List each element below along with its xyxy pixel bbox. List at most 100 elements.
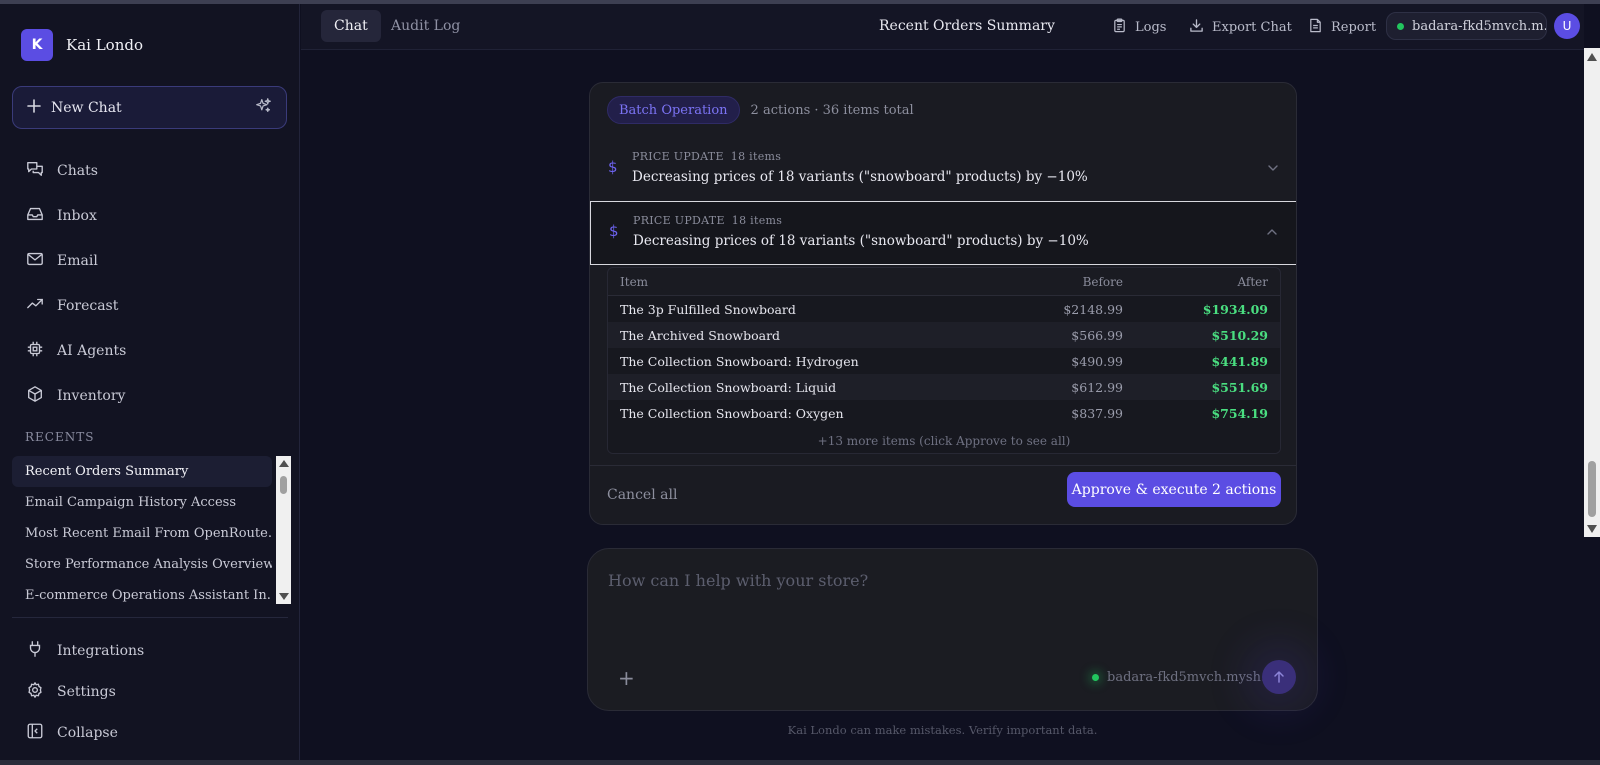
sidebar: K Kai Londo New Chat Chats Inbox Email F… — [0, 4, 300, 760]
price-after: $1934.09 — [1202, 301, 1268, 317]
collapse-icon — [26, 722, 44, 744]
send-button[interactable] — [1262, 660, 1296, 694]
card-divider — [590, 465, 1296, 466]
column-header-item: Item — [620, 274, 649, 289]
plug-icon — [26, 640, 44, 662]
price-change-table: Item Before After The 3p Fulfilled Snowb… — [607, 267, 1281, 454]
page-title: Recent Orders Summary — [879, 18, 1055, 34]
report-label: Report — [1331, 20, 1377, 35]
nav-item-inventory[interactable]: Inventory — [14, 373, 284, 418]
mail-icon — [26, 250, 44, 272]
price-before: $612.99 — [1071, 379, 1123, 395]
nav-label: Inventory — [57, 387, 126, 404]
plus-icon — [27, 98, 41, 117]
scroll-up-arrow-icon[interactable] — [1587, 53, 1597, 61]
nav-label: Settings — [57, 683, 116, 700]
nav-label: Integrations — [57, 642, 145, 659]
message-composer: + badara-fkd5mvch.mysh... — [587, 548, 1318, 711]
column-header-before: Before — [1082, 274, 1123, 289]
clipboard-icon — [1112, 18, 1127, 37]
trend-up-icon — [26, 295, 44, 317]
scroll-down-arrow-icon[interactable] — [279, 593, 289, 600]
cancel-all-button[interactable]: Cancel all — [607, 487, 677, 503]
recent-item[interactable]: Most Recent Email From OpenRoute... — [12, 518, 272, 549]
nav-item-collapse[interactable]: Collapse — [14, 712, 284, 753]
action-count: 18 items — [731, 214, 783, 227]
batch-header: Batch Operation 2 actions · 36 items tot… — [607, 96, 914, 124]
price-after: $441.89 — [1211, 353, 1268, 369]
action-description: Decreasing prices of 18 variants ("snowb… — [632, 169, 1088, 185]
avatar[interactable]: U — [1554, 13, 1580, 39]
arrow-up-icon — [1274, 671, 1284, 683]
recent-item[interactable]: Store Performance Analysis Overview — [12, 549, 272, 580]
recent-item[interactable]: E-commerce Operations Assistant In... — [12, 580, 272, 604]
tab-audit-log[interactable]: Audit Log — [378, 10, 473, 42]
batch-meta: 2 actions · 36 items total — [750, 102, 914, 118]
nav-item-integrations[interactable]: Integrations — [14, 630, 284, 671]
action-kind-label: PRICE UPDATE — [633, 214, 725, 227]
action-description: Decreasing prices of 18 variants ("snowb… — [633, 233, 1089, 249]
price-before: $2148.99 — [1063, 301, 1123, 317]
price-after: $510.29 — [1211, 327, 1268, 343]
document-icon — [1308, 18, 1323, 37]
message-input[interactable] — [608, 571, 1288, 590]
recents-heading: RECENTS — [25, 430, 95, 444]
chat-bubbles-icon — [26, 160, 44, 182]
nav-item-forecast[interactable]: Forecast — [14, 283, 284, 328]
attach-plus-icon[interactable]: + — [618, 666, 635, 690]
action-row-expanded[interactable]: $ PRICE UPDATE 18 items Decreasing prices… — [590, 201, 1296, 265]
approve-execute-button[interactable]: Approve & execute 2 actions — [1067, 472, 1281, 507]
composer-store-indicator: badara-fkd5mvch.mysh... — [1092, 670, 1273, 685]
recent-item[interactable]: Recent Orders Summary — [12, 456, 272, 487]
batch-badge: Batch Operation — [607, 96, 740, 124]
nav-item-ai-agents[interactable]: AI Agents — [14, 328, 284, 373]
scroll-up-arrow-icon[interactable] — [279, 460, 289, 467]
table-row: The Collection Snowboard: Liquid $612.99… — [608, 374, 1280, 400]
action-row-collapsed[interactable]: $ PRICE UPDATE 18 items Decreasing prices… — [590, 138, 1296, 202]
item-name: The Collection Snowboard: Hydrogen — [620, 353, 859, 369]
nav-item-email[interactable]: Email — [14, 238, 284, 283]
export-chat-button[interactable]: Export Chat — [1189, 18, 1292, 37]
action-count: 18 items — [730, 150, 782, 163]
recent-item[interactable]: Email Campaign History Access — [12, 487, 272, 518]
top-bar: Chat Audit Log Recent Orders Summary Log… — [301, 4, 1584, 50]
store-selector[interactable]: badara-fkd5mvch.m... — [1386, 12, 1547, 40]
nav-item-chats[interactable]: Chats — [14, 148, 284, 193]
nav-item-settings[interactable]: Settings — [14, 671, 284, 712]
online-status-dot — [1397, 22, 1404, 30]
batch-operation-card: Batch Operation 2 actions · 36 items tot… — [589, 82, 1297, 525]
brand[interactable]: K Kai Londo — [21, 29, 143, 61]
tab-chat[interactable]: Chat — [321, 10, 381, 42]
scroll-thumb[interactable] — [280, 476, 287, 494]
online-status-dot — [1092, 674, 1099, 681]
chevron-down-icon[interactable] — [1266, 161, 1280, 175]
logs-button[interactable]: Logs — [1112, 18, 1166, 37]
nav-item-inbox[interactable]: Inbox — [14, 193, 284, 238]
chevron-up-icon[interactable] — [1265, 225, 1279, 239]
new-chat-button[interactable]: New Chat — [12, 86, 287, 129]
window-bottom-edge — [0, 760, 1600, 765]
logs-label: Logs — [1135, 20, 1167, 35]
recents-scrollbar[interactable] — [276, 456, 291, 604]
nav-label: Chats — [57, 162, 98, 179]
dollar-icon: $ — [608, 158, 618, 176]
price-after: $754.19 — [1211, 405, 1268, 421]
table-row: The Collection Snowboard: Oxygen $837.99… — [608, 400, 1280, 426]
bottom-nav: Integrations Settings Collapse — [14, 630, 284, 753]
main-scrollbar[interactable] — [1584, 48, 1600, 537]
nav-label: Collapse — [57, 724, 118, 741]
disclaimer: Kai Londo can make mistakes. Verify impo… — [787, 723, 1098, 737]
table-row: The 3p Fulfilled Snowboard $2148.99 $193… — [608, 296, 1280, 322]
brand-name: Kai Londo — [66, 36, 143, 54]
table-row: The Collection Snowboard: Hydrogen $490.… — [608, 348, 1280, 374]
report-button[interactable]: Report — [1308, 18, 1376, 37]
nav-label: Forecast — [57, 297, 119, 314]
item-name: The Collection Snowboard: Liquid — [620, 379, 837, 395]
scroll-thumb[interactable] — [1588, 461, 1596, 517]
price-before: $490.99 — [1071, 353, 1123, 369]
composer-store-name: badara-fkd5mvch.mysh... — [1107, 670, 1274, 685]
price-before: $566.99 — [1071, 327, 1123, 343]
scroll-down-arrow-icon[interactable] — [1587, 525, 1597, 533]
main-nav: Chats Inbox Email Forecast AI Agents Inv… — [14, 148, 284, 418]
table-body: The 3p Fulfilled Snowboard $2148.99 $193… — [608, 296, 1280, 426]
